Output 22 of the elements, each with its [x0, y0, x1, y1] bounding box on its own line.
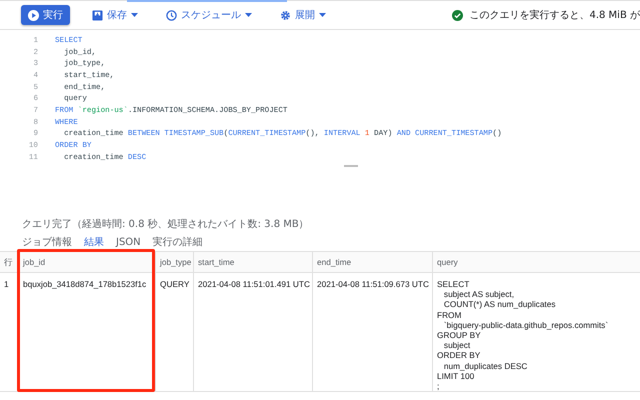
table-cell: 2021-04-08 11:51:01.491 UTC	[193, 273, 312, 391]
schedule-menu-button[interactable]: スケジュール	[160, 8, 258, 22]
column-header: job_type	[155, 252, 193, 272]
column-header: query	[432, 252, 640, 272]
deploy-menu-button[interactable]: 展開	[274, 8, 332, 22]
table-cell: SELECT subject AS subject, COUNT(*) AS num_duplicates FROM `bigquery-public-data.github_repos.commits` GROUP BY subject ORDER BY num_duplicates DESC LIMIT 100 ;	[432, 273, 640, 391]
run-button[interactable]: 実行	[21, 5, 70, 25]
save-menu-button[interactable]: 保存	[86, 8, 144, 22]
column-header: 行	[3, 256, 14, 269]
results-tab[interactable]: 実行の詳細	[152, 235, 203, 249]
table-cell: QUERY	[155, 273, 193, 391]
results-tab[interactable]: ジョブ情報	[22, 235, 72, 249]
table-cell: 2021-04-08 11:51:09.673 UTC	[312, 273, 432, 391]
table-cell: bquxjob_3418d874_178b1523f1c	[18, 273, 155, 391]
validation-message: このクエリを実行すると、4.8 MiB が	[469, 8, 640, 22]
column-header: job_id	[18, 252, 155, 272]
status-message: クエリ完了（経過時間: 0.8 秒、処理されたバイト数: 3.8 MB）	[21, 218, 310, 232]
column-header: end_time	[312, 252, 432, 272]
results-tab[interactable]: JSON	[116, 236, 141, 248]
results-tab[interactable]: 結果	[84, 235, 104, 249]
table-cell-text: 1	[3, 278, 10, 291]
column-header: start_time	[193, 252, 312, 272]
